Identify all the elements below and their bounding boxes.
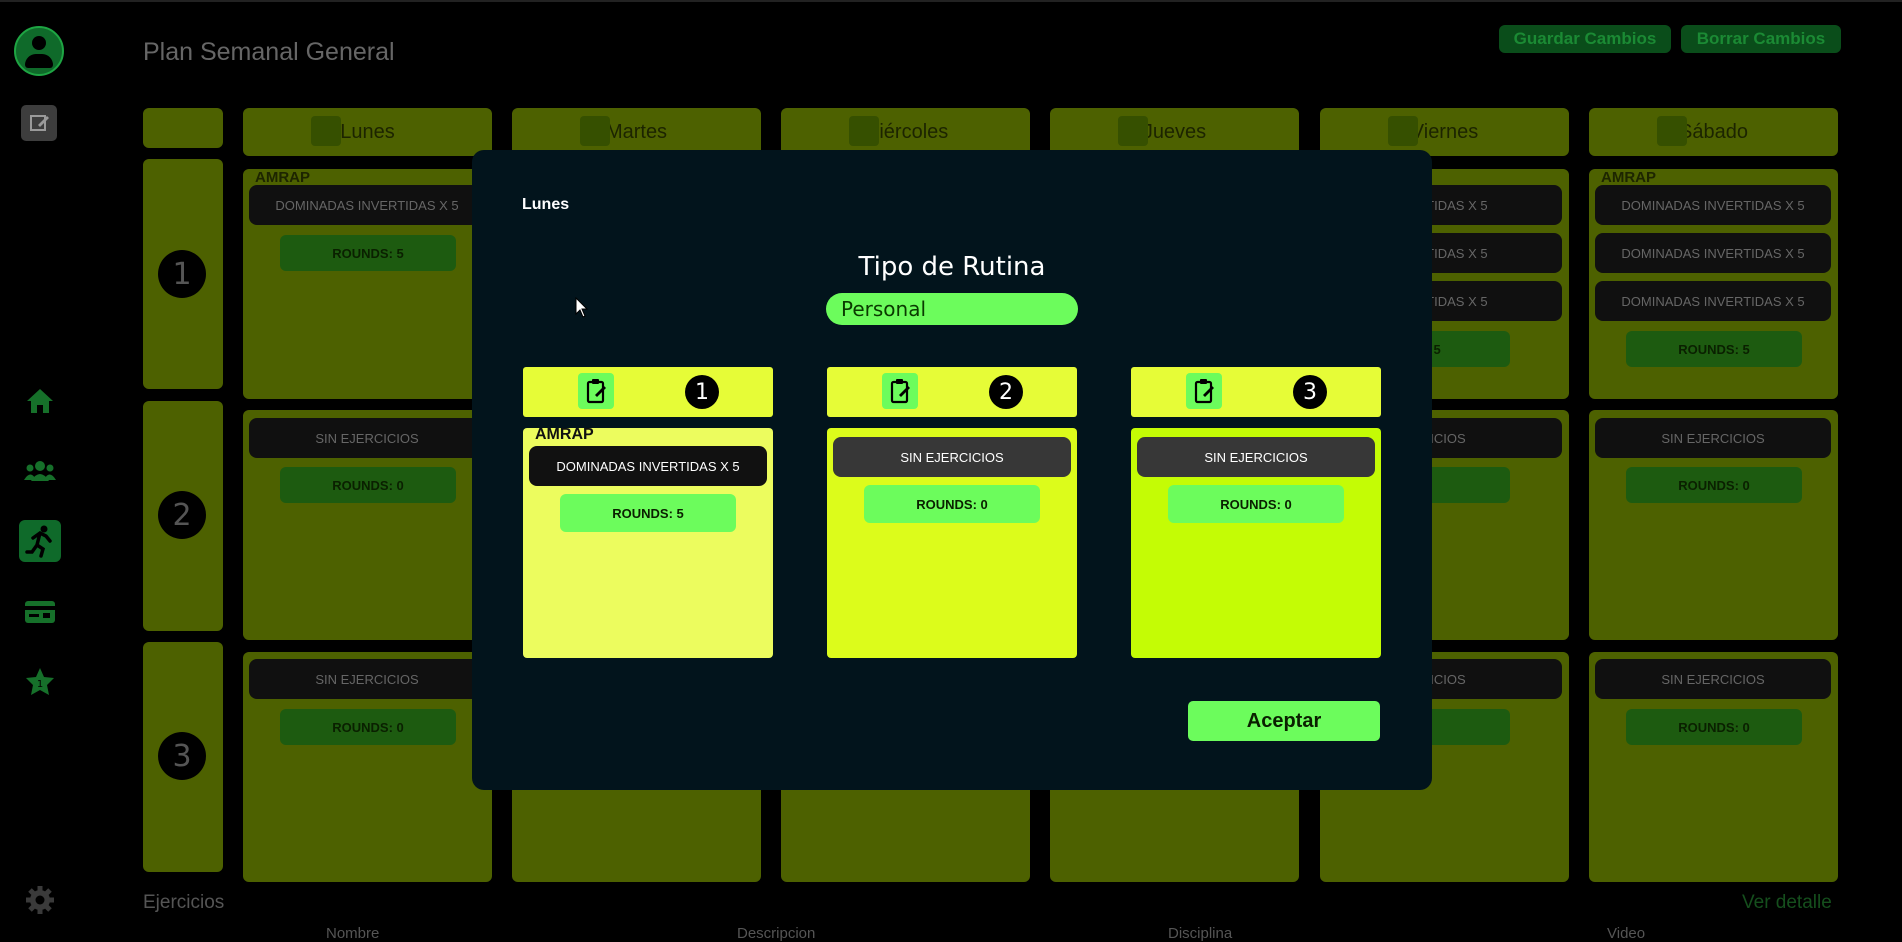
grid-corner <box>143 108 223 148</box>
day-label: Jueves <box>1142 120 1207 143</box>
plan-cell[interactable] <box>1050 780 1299 882</box>
plan-cell[interactable]: SIN EJERCICIOS ROUNDS: 0 <box>1589 410 1838 640</box>
round-header-1: 1 <box>523 367 773 417</box>
users-icon[interactable] <box>20 451 60 491</box>
gear-icon[interactable] <box>20 880 60 920</box>
day-header-jueves[interactable]: Jueves <box>1050 108 1299 156</box>
day-header-viernes[interactable]: Viernes <box>1320 108 1569 156</box>
row-number: 3 <box>158 732 206 780</box>
round-header-3: 3 <box>1131 367 1381 417</box>
star-badge-icon[interactable]: 1 <box>20 662 60 702</box>
modal-day-label: Lunes <box>522 196 570 213</box>
modal-title: Tipo de Rutina <box>858 252 1046 282</box>
exercise-item: SIN EJERCICIOS <box>1595 418 1831 458</box>
page-title: Plan Semanal General <box>143 38 395 66</box>
clear-changes-button[interactable]: Borrar Cambios <box>1681 25 1841 53</box>
app-root: 1 Plan Semanal General Guardar Cambios B… <box>0 0 1902 942</box>
routine-tag: AMRAP <box>1601 169 1656 186</box>
plan-cell[interactable] <box>512 780 761 882</box>
edit-icon[interactable] <box>21 105 57 141</box>
row-label-3: 3 <box>143 642 223 872</box>
exercise-item: SIN EJERCICIOS <box>249 418 485 458</box>
round-number: 3 <box>1293 375 1327 409</box>
exercise-item: DOMINADAS INVERTIDAS X 5 <box>529 446 767 486</box>
round-header-2: 2 <box>827 367 1077 417</box>
exercise-item: SIN EJERCICIOS <box>1137 437 1375 477</box>
rounds-badge: ROUNDS: 0 <box>864 485 1040 523</box>
plan-cell[interactable]: SIN EJERCICIOS ROUNDS: 0 <box>1589 652 1838 882</box>
column-header-nombre: Nombre <box>326 925 380 942</box>
routine-modal: Lunes Tipo de Rutina Personal 1 AMRAP DO… <box>472 150 1432 790</box>
rounds-badge: ROUNDS: 0 <box>280 709 456 745</box>
routine-tag: AMRAP <box>255 169 310 186</box>
svg-text:1: 1 <box>37 679 43 690</box>
running-icon[interactable] <box>19 520 61 562</box>
home-icon[interactable] <box>20 381 60 421</box>
day-header-martes[interactable]: Martes <box>512 108 761 156</box>
column-header-video: Video <box>1607 925 1646 942</box>
exercise-item: SIN EJERCICIOS <box>1595 659 1831 699</box>
row-label-2: 2 <box>143 401 223 631</box>
day-label: Lunes <box>340 120 395 143</box>
rounds-badge: ROUNDS: 5 <box>1626 331 1802 367</box>
rounds-badge: ROUNDS: 5 <box>280 235 456 271</box>
row-label-1: 1 <box>143 159 223 389</box>
clipboard-edit-icon[interactable] <box>311 116 341 146</box>
row-number: 1 <box>158 250 206 298</box>
rounds-badge: ROUNDS: 0 <box>1168 485 1344 523</box>
rounds-badge: ROUNDS: 0 <box>280 467 456 503</box>
clipboard-edit-icon[interactable] <box>882 373 918 409</box>
plan-cell[interactable]: SIN EJERCICIOS ROUNDS: 0 <box>243 652 492 882</box>
sidebar: 1 <box>0 0 80 939</box>
exercises-section-title: Ejercicios <box>143 892 225 913</box>
rounds-badge: ROUNDS: 0 <box>1626 467 1802 503</box>
day-header-miercoles[interactable]: Miércoles <box>781 108 1030 156</box>
rounds-badge: ROUNDS: 5 <box>560 494 736 532</box>
clipboard-edit-icon[interactable] <box>578 373 614 409</box>
exercise-item: DOMINADAS INVERTIDAS X 5 <box>1595 233 1831 273</box>
clipboard-edit-icon[interactable] <box>1388 116 1418 146</box>
day-label: Martes <box>605 120 668 143</box>
column-header-disciplina: Disciplina <box>1168 925 1233 942</box>
round-number: 1 <box>685 375 719 409</box>
exercise-item: DOMINADAS INVERTIDAS X 5 <box>1595 185 1831 225</box>
clipboard-edit-icon[interactable] <box>1657 116 1687 146</box>
column-header-descripcion: Descripcion <box>737 925 816 942</box>
clipboard-edit-icon[interactable] <box>1118 116 1148 146</box>
accept-button[interactable]: Aceptar <box>1188 701 1380 741</box>
save-changes-button[interactable]: Guardar Cambios <box>1499 25 1671 53</box>
clipboard-edit-icon[interactable] <box>849 116 879 146</box>
plan-cell[interactable] <box>781 780 1030 882</box>
plan-cell[interactable]: AMRAP DOMINADAS INVERTIDAS X 5 DOMINADAS… <box>1589 169 1838 399</box>
routine-tag: AMRAP <box>535 426 594 443</box>
day-header-sabado[interactable]: Sábado <box>1589 108 1838 156</box>
mouse-cursor-icon <box>575 297 589 319</box>
user-avatar-icon[interactable] <box>14 26 64 76</box>
day-label: Sábado <box>1679 120 1748 143</box>
view-detail-link[interactable]: Ver detalle <box>1742 892 1832 914</box>
routine-type-select[interactable]: Personal <box>826 293 1078 325</box>
calendar-card-icon[interactable] <box>20 592 60 632</box>
round-body-1[interactable]: AMRAP DOMINADAS INVERTIDAS X 5 ROUNDS: 5 <box>523 426 773 658</box>
round-body-3[interactable]: SIN EJERCICIOS ROUNDS: 0 <box>1131 428 1381 658</box>
round-body-2[interactable]: SIN EJERCICIOS ROUNDS: 0 <box>827 428 1077 658</box>
exercise-item: DOMINADAS INVERTIDAS X 5 <box>1595 281 1831 321</box>
plan-cell[interactable]: AMRAP DOMINADAS INVERTIDAS X 5 ROUNDS: 5 <box>243 169 492 399</box>
exercise-item: DOMINADAS INVERTIDAS X 5 <box>249 185 485 225</box>
clipboard-edit-icon[interactable] <box>580 116 610 146</box>
row-number: 2 <box>158 491 206 539</box>
rounds-badge: ROUNDS: 0 <box>1626 709 1802 745</box>
top-border <box>0 0 1902 2</box>
day-header-lunes[interactable]: Lunes <box>243 108 492 156</box>
clipboard-edit-icon[interactable] <box>1186 373 1222 409</box>
exercise-item: SIN EJERCICIOS <box>249 659 485 699</box>
exercise-item: SIN EJERCICIOS <box>833 437 1071 477</box>
plan-cell[interactable]: SIN EJERCICIOS ROUNDS: 0 <box>243 410 492 640</box>
day-label: Viernes <box>1410 120 1479 143</box>
round-number: 2 <box>989 375 1023 409</box>
